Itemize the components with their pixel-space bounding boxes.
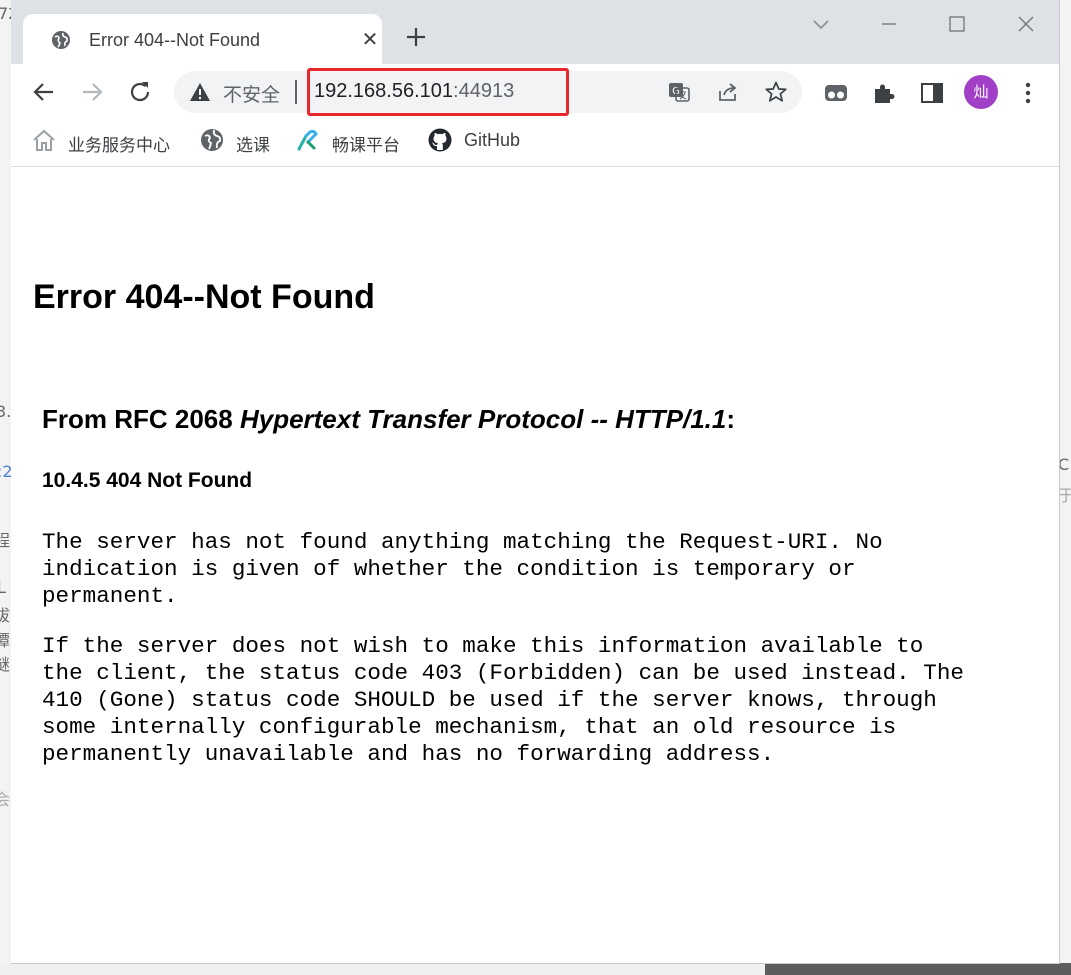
bookmark-item[interactable]: 业务服务中心 [32, 128, 182, 156]
github-icon [428, 128, 452, 152]
page-content: Error 404--Not Found From RFC 2068 Hyper… [11, 167, 1059, 963]
bookmark-label: 业务服务中心 [68, 136, 170, 156]
background-text: 程 [0, 531, 11, 550]
menu-dots-icon[interactable] [1015, 80, 1041, 106]
window-close-icon[interactable] [1014, 12, 1038, 36]
chevron-down-icon[interactable] [809, 12, 833, 36]
rfc-heading-suffix: : [726, 404, 736, 434]
paragraph-not-found: The server has not found anything matchi… [42, 529, 883, 609]
close-icon[interactable]: ✕ [360, 30, 380, 50]
puzzle-icon[interactable] [871, 80, 897, 106]
bookmark-item[interactable]: 畅课平台 [296, 128, 411, 156]
maximize-icon[interactable] [945, 12, 969, 36]
minimize-icon[interactable] [877, 12, 901, 36]
warning-icon[interactable] [189, 81, 211, 103]
rfc-heading-title: Hypertext Transfer Protocol -- HTTP/1.1 [239, 404, 727, 434]
globe-icon [52, 31, 70, 49]
background-text: 谜 [0, 655, 11, 674]
forward-arrow-icon[interactable] [78, 78, 106, 106]
translate-icon[interactable]: G [667, 80, 691, 104]
back-arrow-icon[interactable] [30, 78, 58, 106]
new-tab-plus-icon[interactable] [404, 25, 428, 49]
background-text: 会 [0, 790, 11, 809]
rfc-heading: From RFC 2068 Hypertext Transfer Protoco… [42, 404, 735, 435]
paragraph-forbidden-gone: If the server does not wish to make this… [42, 633, 964, 767]
tab-active[interactable]: Error 404--Not Found ✕ [23, 14, 382, 66]
house-icon [33, 129, 55, 151]
star-icon[interactable] [764, 80, 788, 104]
bookmark-label: GitHub [464, 130, 521, 150]
security-label[interactable]: 不安全 [223, 80, 280, 107]
background-text: 谭 [0, 631, 11, 650]
profile-avatar[interactable]: 灿 [964, 75, 998, 109]
url-highlight-box [307, 68, 569, 116]
bookmark-item[interactable]: GitHub [428, 128, 528, 154]
background-text: L [0, 578, 6, 597]
bookmark-label: 畅课平台 [332, 136, 400, 156]
background-text: 3. [0, 402, 12, 421]
extension-icon[interactable] [823, 80, 849, 106]
side-panel-icon[interactable] [919, 80, 945, 106]
background-window-bottom [0, 963, 765, 975]
bookmark-label: 选课 [236, 136, 270, 156]
page-title: Error 404--Not Found [33, 278, 375, 316]
reload-icon[interactable] [126, 78, 154, 106]
address-separator [295, 80, 297, 104]
pen-icon [297, 129, 318, 151]
tab-title: Error 404--Not Found [89, 30, 261, 50]
background-text: 拔 [0, 606, 11, 625]
browser-window: Error 404--Not Found ✕ 不安全 192.168.56.10… [11, 0, 1060, 964]
share-icon[interactable] [716, 80, 740, 104]
rfc-heading-prefix: From RFC 2068 [42, 404, 240, 434]
globe-icon [201, 129, 223, 151]
bookmark-item[interactable]: 选课 [200, 128, 280, 156]
section-heading: 10.4.5 404 Not Found [42, 469, 253, 492]
background-taskbar-sliver [765, 963, 1071, 975]
